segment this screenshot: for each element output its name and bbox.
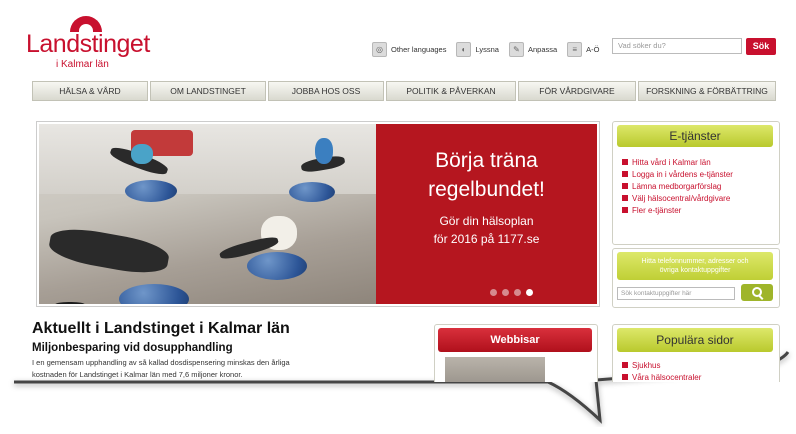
globe-icon: ◎ bbox=[372, 41, 387, 57]
banner-photo bbox=[39, 124, 376, 304]
etjanst-link-valj-halsocentral[interactable]: Välj hälsocentral/vårdgivare bbox=[622, 192, 782, 204]
nav-for-vardgivare[interactable]: FÖR VÅRDGIVARE bbox=[518, 81, 636, 101]
promo-headline-line1: Börja träna bbox=[435, 149, 538, 172]
popular-pages-list: Sjukhus Våra hälsocentraler bbox=[622, 359, 701, 382]
link-label: Hitta vård i Kalmar län bbox=[632, 157, 711, 167]
link-other-languages[interactable]: ◎ Other languages bbox=[372, 41, 447, 57]
link-label: Other languages bbox=[391, 44, 447, 54]
popular-link-sjukhus[interactable]: Sjukhus bbox=[622, 359, 701, 371]
promo-text-line2: för 2016 på 1177.se bbox=[433, 232, 540, 246]
news-section-title: Aktuellt i Landstinget i Kalmar län bbox=[32, 320, 290, 337]
bullet-icon bbox=[622, 171, 628, 177]
promo-text: Gör din hälsoplan för 2016 på 1177.se bbox=[376, 212, 597, 248]
settings-icon: ✎ bbox=[508, 41, 524, 57]
bullet-icon bbox=[622, 195, 628, 201]
contact-search-input[interactable]: Sök kontaktuppgifter här bbox=[617, 287, 735, 300]
etjanster-title: E-tjänster bbox=[617, 125, 773, 147]
bullet-icon bbox=[622, 374, 628, 380]
slide-dot-4[interactable] bbox=[526, 289, 533, 296]
link-label: Välj hälsocentral/vårdgivare bbox=[632, 193, 731, 203]
etjanst-link-hitta-vard[interactable]: Hitta vård i Kalmar län bbox=[622, 156, 782, 168]
promo-text-line1: Gör din hälsoplan bbox=[439, 214, 534, 228]
link-label: A-Ö bbox=[586, 44, 600, 54]
link-label: Lyssna bbox=[475, 44, 499, 54]
webbisar-title: Webbisar bbox=[438, 328, 592, 352]
slide-dot-3[interactable] bbox=[514, 289, 521, 296]
news-summary-line2: kostnaden för Landstinget i Kalmar län m… bbox=[32, 370, 243, 379]
news-summary: I en gemensam upphandling av så kallad d… bbox=[32, 357, 412, 381]
nav-halsa-vard[interactable]: HÄLSA & VÅRD bbox=[32, 81, 148, 101]
etjanster-list: Hitta vård i Kalmar län Logga in i vårde… bbox=[622, 156, 782, 216]
promo-headline: Börja träna regelbundet! bbox=[376, 146, 597, 204]
contact-title-line2: övriga kontaktuppgifter bbox=[659, 267, 731, 274]
link-label: Logga in i vårdens e-tjänster bbox=[632, 169, 733, 179]
webbisar-thumbnail[interactable] bbox=[445, 357, 545, 382]
popular-pages-box: Populära sidor Sjukhus Våra hälsocentral… bbox=[612, 324, 780, 382]
contact-title-line1: Hitta telefonnummer, adresser och bbox=[641, 258, 749, 265]
link-label: Lämna medborgarförslag bbox=[632, 181, 722, 191]
search-button[interactable]: Sök bbox=[746, 38, 776, 55]
etjanster-box: E-tjänster Hitta vård i Kalmar län Logga… bbox=[612, 121, 780, 245]
etjanst-link-fler[interactable]: Fler e-tjänster bbox=[622, 204, 782, 216]
popular-link-halsocentraler[interactable]: Våra hälsocentraler bbox=[622, 371, 701, 382]
slide-dot-2[interactable] bbox=[502, 289, 509, 296]
link-label: Sjukhus bbox=[632, 360, 661, 370]
bullet-icon bbox=[622, 362, 628, 368]
link-a-o[interactable]: ≡ A-Ö bbox=[567, 41, 600, 57]
link-label: Anpassa bbox=[527, 44, 558, 54]
contact-search-box: Hitta telefonnummer, adresser och övriga… bbox=[612, 248, 780, 308]
nav-forskning[interactable]: FORSKNING & FÖRBÄTTRING bbox=[638, 81, 776, 101]
news-summary-line1: I en gemensam upphandling av så kallad d… bbox=[32, 358, 290, 367]
nav-jobba-hos-oss[interactable]: JOBBA HOS OSS bbox=[268, 81, 384, 101]
search-input[interactable]: Vad söker du? bbox=[612, 38, 742, 54]
contact-search-button[interactable] bbox=[741, 284, 773, 301]
link-label: Våra hälsocentraler bbox=[632, 372, 702, 382]
hero-banner[interactable]: Börja träna regelbundet! Gör din hälsopl… bbox=[36, 121, 600, 307]
slide-dot-1[interactable] bbox=[490, 289, 497, 296]
speaker-icon: ◐ bbox=[456, 41, 472, 57]
site-logo[interactable]: Landstinget i Kalmar län bbox=[26, 16, 156, 74]
promo-headline-line2: regelbundet! bbox=[428, 178, 545, 201]
news-headline[interactable]: Miljonbesparing vid dosupphandling bbox=[32, 342, 233, 354]
link-label: Fler e-tjänster bbox=[632, 205, 682, 215]
popular-pages-title: Populära sidor bbox=[617, 328, 773, 352]
main-navigation: HÄLSA & VÅRD OM LANDSTINGET JOBBA HOS OS… bbox=[32, 81, 778, 101]
webbisar-box: Webbisar bbox=[434, 324, 598, 382]
slide-indicators bbox=[490, 289, 538, 296]
bullet-icon bbox=[622, 159, 628, 165]
bullet-icon bbox=[622, 183, 628, 189]
list-icon: ≡ bbox=[567, 41, 583, 57]
bullet-icon bbox=[622, 207, 628, 213]
banner-promo[interactable]: Börja träna regelbundet! Gör din hälsopl… bbox=[376, 124, 597, 304]
etjanst-link-logga-in[interactable]: Logga in i vårdens e-tjänster bbox=[622, 168, 782, 180]
etjanst-link-medborgarforslag[interactable]: Lämna medborgarförslag bbox=[622, 180, 782, 192]
link-anpassa[interactable]: ✎ Anpassa bbox=[508, 41, 558, 57]
nav-om-landstinget[interactable]: OM LANDSTINGET bbox=[150, 81, 266, 101]
contact-search-title: Hitta telefonnummer, adresser och övriga… bbox=[617, 252, 773, 280]
link-lyssna[interactable]: ◐ Lyssna bbox=[456, 41, 499, 57]
nav-politik-paverkan[interactable]: POLITIK & PÅVERKAN bbox=[386, 81, 516, 101]
utility-links: ◎ Other languages ◐ Lyssna ✎ Anpassa ≡ A… bbox=[372, 40, 610, 58]
logo-name: Landstinget bbox=[26, 30, 150, 58]
logo-subtitle: i Kalmar län bbox=[56, 59, 109, 70]
